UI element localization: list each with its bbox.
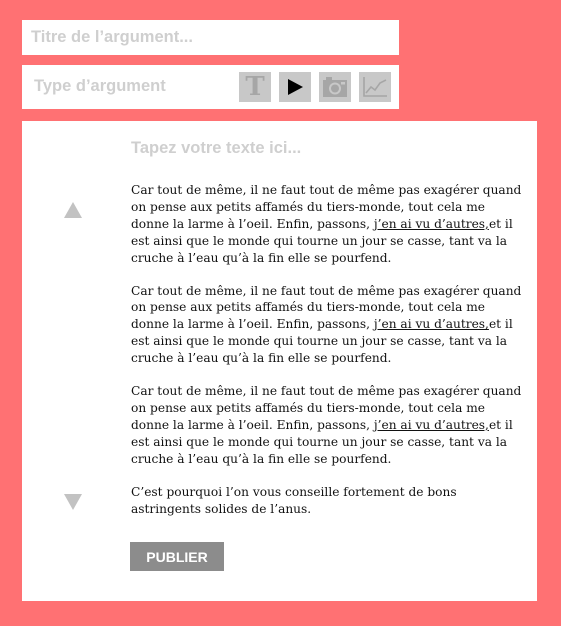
- publish-button[interactable]: PUBLIER: [130, 542, 224, 571]
- camera-icon: [323, 77, 347, 97]
- paragraph: Car tout de même, il ne faut tout de mêm…: [131, 183, 522, 265]
- triangle-up-icon: [64, 202, 82, 218]
- editor-placeholder: Tapez votre texte ici...: [131, 139, 302, 157]
- line-chart-icon: [363, 77, 387, 97]
- video-type-button[interactable]: [279, 72, 311, 102]
- paragraph: C’est pourquoi l’on vous conseille forte…: [131, 484, 457, 516]
- paragraph: Car tout de même, il ne faut tout de mêm…: [131, 283, 522, 366]
- scroll-up-button[interactable]: [64, 201, 82, 219]
- argument-text-editor[interactable]: Tapez votre texte ici... Car tout de mêm…: [22, 121, 537, 601]
- photo-type-button[interactable]: [319, 72, 351, 102]
- argument-type-label: Type d’argument: [34, 77, 166, 95]
- text-type-button[interactable]: T: [239, 72, 271, 102]
- inline-link[interactable]: j’en ai vu d’autres,: [374, 317, 489, 331]
- scroll-down-button[interactable]: [64, 493, 82, 511]
- triangle-down-icon: [64, 494, 82, 510]
- play-icon: [288, 79, 303, 95]
- chart-type-button[interactable]: [359, 72, 391, 102]
- paragraph: Car tout de même, il ne faut tout de mêm…: [131, 384, 522, 466]
- editor-content[interactable]: Car tout de même, il ne faut tout de mêm…: [131, 182, 523, 533]
- argument-title-input[interactable]: [22, 20, 399, 55]
- argument-type-bar: Type d’argument T: [22, 65, 399, 109]
- text-icon: T: [245, 72, 265, 102]
- inline-link[interactable]: j’en ai vu d’autres,: [374, 418, 489, 432]
- inline-link[interactable]: j’en ai vu d’autres,: [374, 217, 489, 231]
